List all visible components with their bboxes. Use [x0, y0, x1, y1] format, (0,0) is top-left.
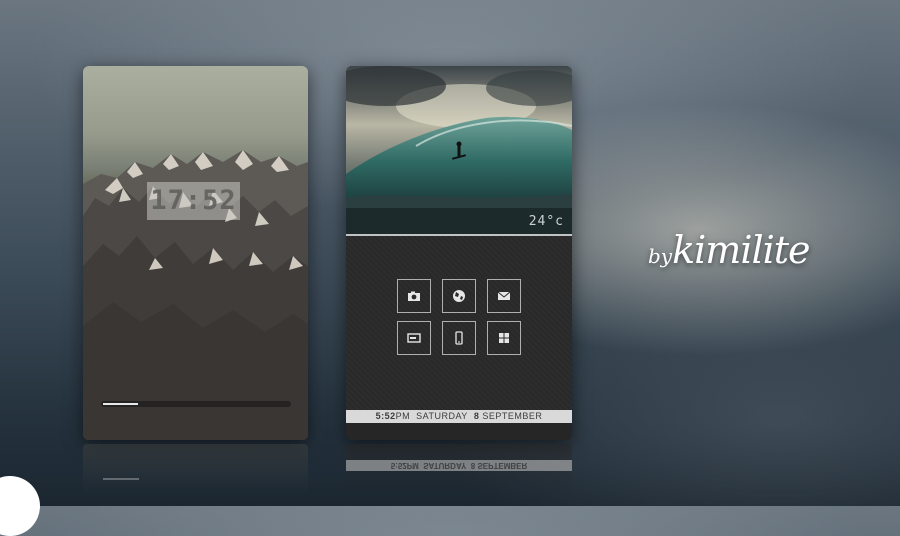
status-time: 5:52: [375, 411, 396, 421]
mountain-wallpaper: [83, 150, 308, 440]
lockscreen-clock: 17:52: [147, 182, 240, 220]
signature-by: by: [648, 244, 673, 268]
signature-author: kimilite: [672, 228, 810, 272]
camera-tile[interactable]: [397, 279, 431, 313]
status-bar: 5:52PM SATURDAY 8 SEPTEMBER: [346, 410, 572, 423]
phone-icon: [455, 331, 463, 345]
messages-icon: [407, 333, 421, 343]
mail-icon: [497, 291, 511, 300]
camera-icon: [408, 291, 420, 301]
apps-grid-icon: [499, 333, 509, 343]
homescreen-phone: 24°c 5:52PM SATURDAY 8 SEPTEMBER: [346, 66, 572, 440]
homescreen-reflection: 5:52PM SATURDAY 8 SEPTEMBER: [346, 444, 572, 494]
lockscreen-reflection: [83, 444, 308, 494]
author-signature: bykimilite: [648, 228, 811, 272]
apps-tile[interactable]: [487, 321, 521, 355]
messages-tile[interactable]: [397, 321, 431, 355]
app-tile-grid: [346, 236, 572, 410]
phone-tile[interactable]: [442, 321, 476, 355]
mail-tile[interactable]: [487, 279, 521, 313]
globe-icon: [453, 290, 465, 302]
bottom-bezel: [346, 423, 572, 440]
browser-tile[interactable]: [442, 279, 476, 313]
page-curl-corner: [0, 476, 40, 536]
unlock-slider-fill: [103, 403, 138, 405]
status-ampm: PM: [395, 411, 411, 421]
unlock-slider[interactable]: [101, 401, 291, 407]
reflection-slider: [103, 478, 139, 480]
weather-temperature: 24°c: [528, 214, 564, 229]
status-day: SATURDAY: [416, 411, 468, 421]
wave-wallpaper: [346, 66, 572, 234]
status-date: 8: [473, 411, 480, 421]
lockscreen-phone: 17:52: [83, 66, 308, 440]
reflection-status-bar: 5:52PM SATURDAY 8 SEPTEMBER: [346, 460, 572, 471]
status-month: SEPTEMBER: [482, 411, 543, 421]
